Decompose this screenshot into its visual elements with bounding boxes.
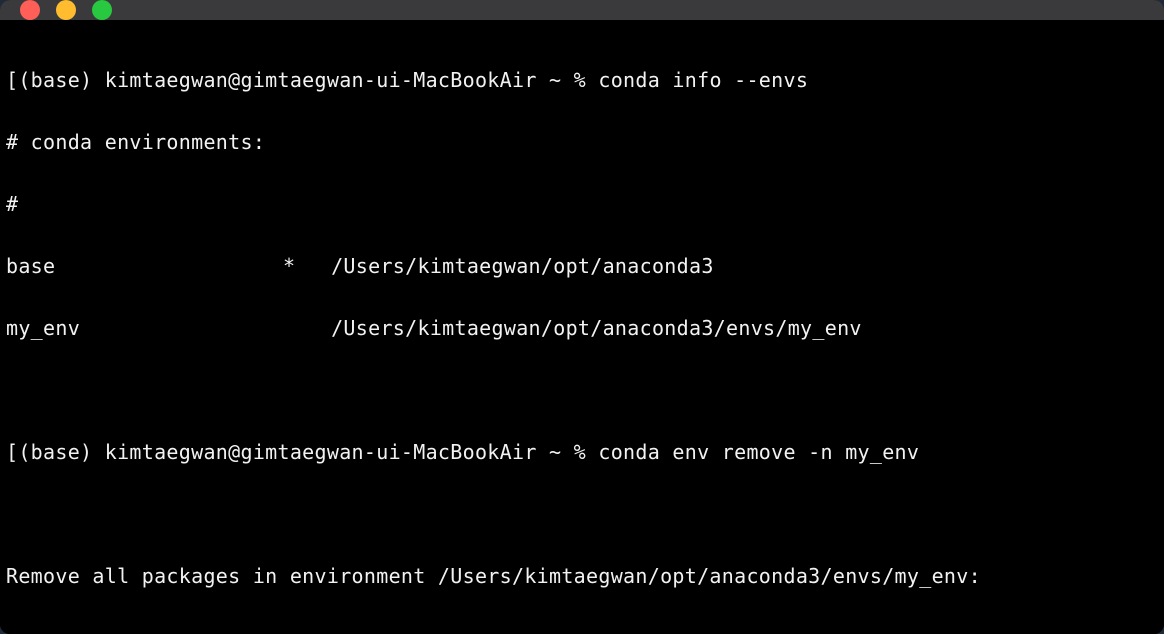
env-active: * (283, 251, 331, 282)
env-header: # conda environments: (6, 127, 1158, 158)
terminal-window: [(base) kimtaegwan@gimtaegwan-ui-MacBook… (0, 0, 1164, 634)
blank-line (6, 375, 1158, 406)
minimize-icon[interactable] (56, 0, 76, 20)
env-row: base*/Users/kimtaegwan/opt/anaconda3 (6, 251, 1158, 282)
prompt: [(base) kimtaegwan@gimtaegwan-ui-MacBook… (6, 68, 598, 92)
terminal-output[interactable]: [(base) kimtaegwan@gimtaegwan-ui-MacBook… (0, 20, 1164, 634)
prompt-line: [(base) kimtaegwan@gimtaegwan-ui-MacBook… (6, 437, 1158, 468)
blank-line (6, 499, 1158, 530)
env-path: /Users/kimtaegwan/opt/anaconda3 (331, 251, 714, 282)
env-name: my_env (6, 313, 283, 344)
prompt: [(base) kimtaegwan@gimtaegwan-ui-MacBook… (6, 440, 598, 464)
hash-line: # (6, 189, 1158, 220)
env-name: base (6, 251, 283, 282)
titlebar (0, 0, 1164, 20)
envs-table-1: base*/Users/kimtaegwan/opt/anaconda3 my_… (6, 251, 1158, 344)
env-row: my_env /Users/kimtaegwan/opt/anaconda3/e… (6, 313, 1158, 344)
remove-message: Remove all packages in environment /User… (6, 561, 1158, 592)
env-active (283, 313, 331, 344)
close-icon[interactable] (20, 0, 40, 20)
zoom-icon[interactable] (92, 0, 112, 20)
env-path: /Users/kimtaegwan/opt/anaconda3/envs/my_… (331, 313, 862, 344)
prompt-line: [(base) kimtaegwan@gimtaegwan-ui-MacBook… (6, 65, 1158, 96)
command-text: conda env remove -n my_env (598, 440, 919, 464)
blank-line (6, 623, 1158, 634)
command-text: conda info --envs (598, 68, 808, 92)
